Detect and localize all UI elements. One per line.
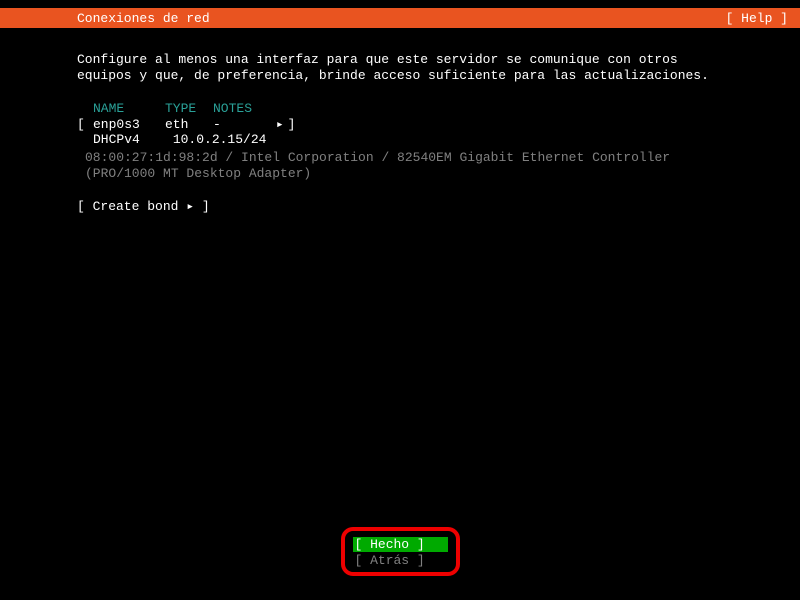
dhcp-label: DHCPv4 — [93, 132, 165, 148]
hardware-info: 08:00:27:1d:98:2d / Intel Corporation / … — [77, 150, 723, 181]
hw-line2: (PRO/1000 MT Desktop Adapter) — [85, 166, 723, 182]
table-header: NAME TYPE NOTES — [77, 101, 723, 117]
chevron-right-icon: ▸ — [276, 117, 284, 133]
highlight-annotation: [ Hecho ] [ Atrás ] — [341, 527, 460, 576]
help-button[interactable]: [ Help ] — [726, 11, 788, 26]
col-header-notes: NOTES — [213, 101, 252, 117]
footer: [ Hecho ] [ Atrás ] — [0, 527, 800, 576]
description-text: Configure al menos una interfaz para que… — [77, 52, 723, 83]
interface-row[interactable]: [ enp0s3 eth - ▸ ] — [77, 117, 723, 133]
back-button[interactable]: [ Atrás ] — [353, 553, 448, 568]
bracket-close: ] — [288, 117, 296, 133]
interface-name: enp0s3 — [93, 117, 165, 133]
interface-notes: - — [213, 117, 221, 133]
dhcp-value: 10.0.2.15/24 — [173, 132, 267, 147]
col-header-type: TYPE — [165, 101, 213, 117]
interface-type: eth — [165, 117, 213, 133]
top-bar — [0, 0, 800, 8]
hw-line1: 08:00:27:1d:98:2d / Intel Corporation / … — [85, 150, 723, 166]
content-area: Configure al menos una interfaz para que… — [0, 28, 800, 215]
dhcp-info: DHCPv4 10.0.2.15/24 — [77, 132, 723, 148]
header-bar: Conexiones de red [ Help ] — [0, 8, 800, 28]
create-bond-button[interactable]: [ Create bond ▸ ] — [77, 199, 723, 215]
page-title: Conexiones de red — [77, 11, 210, 26]
done-button[interactable]: [ Hecho ] — [353, 537, 448, 552]
col-header-name: NAME — [93, 101, 165, 117]
bracket-open: [ — [77, 117, 93, 133]
